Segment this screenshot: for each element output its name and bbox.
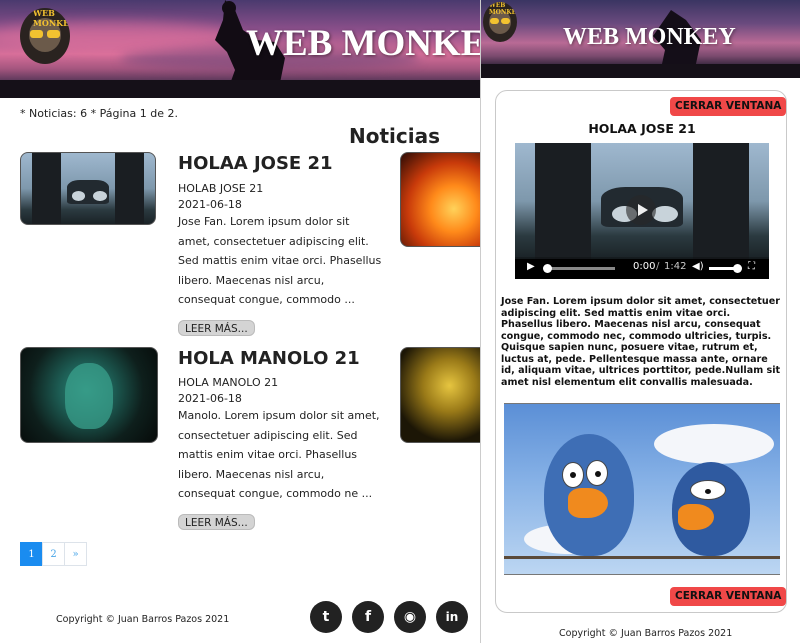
video-player[interactable]: ▶ 0:00 / 1:42 ◀) ⛶ — [515, 143, 769, 279]
github-icon[interactable]: ◉ — [394, 601, 426, 633]
news-thumbnail[interactable] — [400, 347, 480, 443]
facebook-icon[interactable]: f — [352, 601, 384, 633]
logo[interactable]: WEB MONKEY — [20, 8, 70, 64]
news-modal: CERRAR VENTANA HOLAA JOSE 21 ▶ 0:00 / 1:… — [495, 90, 787, 613]
linkedin-icon[interactable]: in — [436, 601, 468, 633]
modal-body: Jose Fan. Lorem ipsum dolor sit amet, co… — [501, 296, 781, 388]
time-separator: / — [656, 261, 660, 272]
site-title: WEB MONKEY — [246, 23, 480, 64]
close-window-button[interactable]: CERRAR VENTANA — [670, 587, 787, 606]
read-more-button[interactable]: LEER MÁS... — [178, 320, 255, 336]
news-count: * Noticias: 6 * Página 1 de 2. — [20, 107, 178, 120]
close-window-button[interactable]: CERRAR VENTANA — [670, 97, 787, 116]
play-icon[interactable]: ▶ — [527, 261, 535, 272]
news-subtitle: HOLA MANOLO 21 — [178, 376, 279, 389]
next-page-button[interactable]: » — [64, 542, 87, 566]
footer-copyright: Copyright © Juan Barros Pazos 2021 — [56, 614, 230, 625]
banner-hills — [481, 64, 800, 78]
play-overlay-icon[interactable] — [626, 195, 656, 225]
news-date: 2021-06-18 — [178, 198, 242, 211]
news-date: 2021-06-18 — [178, 392, 242, 405]
news-detail-panel: WEB MONKEY WEB MONKEY CERRAR VENTANA HOL… — [480, 0, 800, 643]
news-thumbnail[interactable] — [400, 152, 480, 247]
news-excerpt: Manolo. Lorem ipsum dolor sit amet, cons… — [178, 409, 380, 500]
fullscreen-icon[interactable]: ⛶ — [748, 261, 755, 272]
banner-hills — [0, 80, 480, 98]
seek-bar[interactable] — [543, 264, 615, 273]
logo-text: WEB MONKEY — [489, 2, 517, 16]
volume-icon[interactable]: ◀) — [692, 261, 704, 272]
modal-title: HOLAA JOSE 21 — [588, 121, 696, 136]
news-title[interactable]: HOLA MANOLO 21 — [178, 348, 360, 369]
header-banner: WEB MONKEY WEB MONKEY — [0, 0, 480, 98]
read-more-button[interactable]: LEER MÁS... — [178, 514, 255, 530]
page-2-button[interactable]: 2 — [42, 542, 65, 566]
news-thumbnail[interactable] — [20, 347, 158, 443]
news-image — [504, 403, 780, 575]
current-time: 0:00 — [633, 261, 656, 272]
duration: 1:42 — [664, 261, 687, 272]
news-list-page: WEB MONKEY WEB MONKEY * Noticias: 6 * Pá… — [0, 0, 480, 643]
news-excerpt: Jose Fan. Lorem ipsum dolor sit amet, co… — [178, 215, 382, 306]
page-1-button[interactable]: 1 — [20, 542, 43, 566]
volume-slider[interactable] — [709, 264, 742, 273]
news-thumbnail[interactable] — [20, 152, 156, 225]
logo-text: WEB MONKEY — [33, 8, 70, 28]
bird-left — [544, 434, 634, 556]
footer-copyright: Copyright © Juan Barros Pazos 2021 — [559, 628, 733, 639]
news-subtitle: HOLAB JOSE 21 — [178, 182, 264, 195]
site-title: WEB MONKEY — [563, 24, 736, 50]
bird-right — [672, 462, 750, 556]
twitter-icon[interactable]: t — [310, 601, 342, 633]
header-banner: WEB MONKEY WEB MONKEY — [481, 0, 800, 78]
section-title: Noticias — [349, 124, 441, 148]
logo[interactable]: WEB MONKEY — [483, 2, 517, 42]
news-title[interactable]: HOLAA JOSE 21 — [178, 153, 333, 174]
video-controls: ▶ 0:00 / 1:42 ◀) ⛶ — [515, 257, 769, 279]
pagination: 1 2 » — [20, 542, 87, 566]
